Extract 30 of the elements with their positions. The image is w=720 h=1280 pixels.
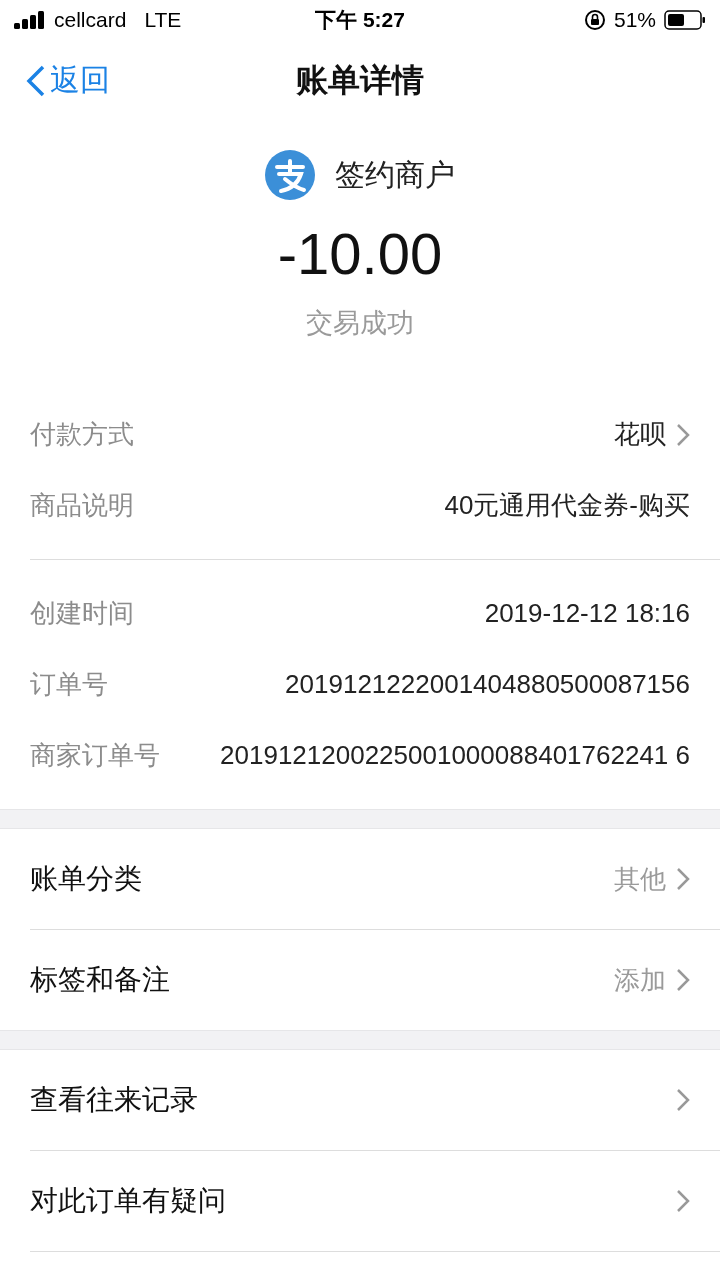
menu-item-label[interactable]: 账单分类 (30, 860, 142, 898)
signal-icon (14, 11, 46, 29)
network-type: LTE (144, 8, 182, 32)
merchant-name: 签约商户 (335, 156, 455, 193)
menu-item-value: 添加 (614, 963, 666, 997)
page-title: 账单详情 (296, 61, 424, 100)
transaction-status: 交易成功 (306, 307, 414, 340)
payment-app-logo-icon (265, 150, 315, 200)
back-chevron-icon (26, 64, 46, 97)
detail-value: 2019-12-12 18:16 (484, 598, 690, 629)
menu-item-label[interactable]: 标签和备注 (30, 961, 170, 999)
detail-value[interactable]: 花呗 (614, 417, 666, 452)
detail-label: 订单号 (30, 668, 108, 701)
carrier-name: cellcard (54, 8, 127, 32)
detail-label: 商品说明 (30, 489, 134, 522)
clock-time: 下午 5:27 (315, 7, 405, 33)
detail-value: 2019121222001404880500087156 (285, 669, 690, 700)
menu-item-value: 其他 (614, 862, 666, 896)
back-button[interactable]: 返回 (26, 60, 110, 101)
detail-label: 商家订单号 (30, 739, 160, 772)
detail-value: 2019121200225001000088401762241 6 (220, 740, 690, 771)
menu-item-label[interactable]: 对此订单有疑问 (30, 1182, 226, 1220)
menu-item-label[interactable]: 查看往来记录 (30, 1081, 198, 1119)
detail-label: 付款方式 (30, 418, 134, 451)
amount: -10.00 (277, 220, 443, 287)
detail-label: 创建时间 (30, 597, 134, 630)
battery-icon (664, 10, 706, 30)
detail-value: 40元通用代金券-购买 (444, 489, 690, 522)
rotation-lock-icon (583, 9, 606, 31)
battery-percent: 51% (613, 8, 656, 32)
